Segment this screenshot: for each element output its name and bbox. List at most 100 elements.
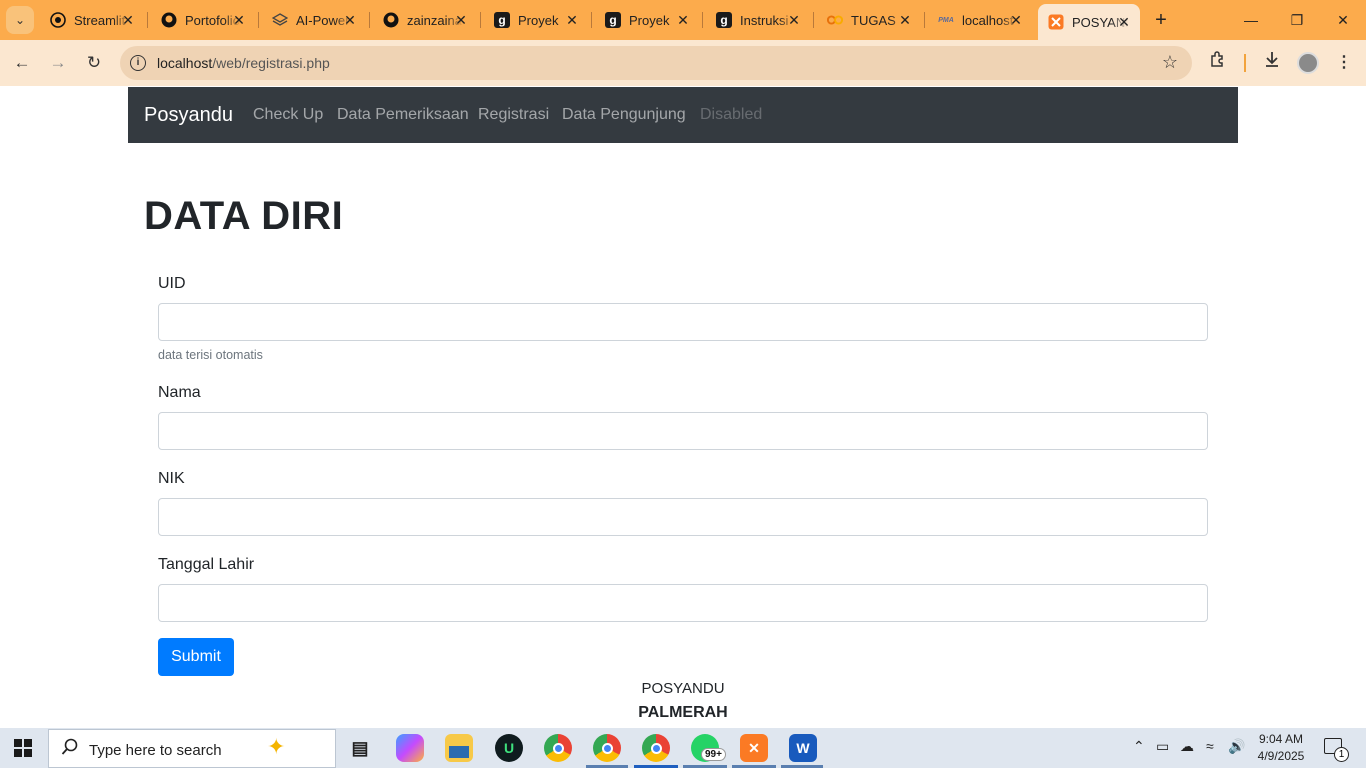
- word-icon[interactable]: W: [789, 734, 817, 762]
- tab-strip: ⌄ Streamlit ✕ Portofolio ✕ AI-Powered ✕ …: [0, 0, 1366, 40]
- nik-input[interactable]: [158, 498, 1208, 536]
- menu-kebab-icon[interactable]: ⋮: [1331, 50, 1357, 76]
- close-icon: ✕: [1337, 12, 1349, 28]
- arrow-left-icon: ←: [13, 53, 31, 72]
- browser-tab[interactable]: zainzainal ✕: [373, 6, 477, 34]
- nama-input[interactable]: [158, 412, 1208, 450]
- new-tab-button[interactable]: +: [1150, 8, 1172, 32]
- toolbar-divider: [1244, 54, 1246, 72]
- browser-tab[interactable]: g Instruksi ✕: [706, 6, 810, 34]
- close-tab-icon[interactable]: ✕: [342, 12, 358, 28]
- footer-line-2: PALMERAH: [638, 704, 728, 721]
- back-button[interactable]: ←: [9, 50, 35, 76]
- browser-toolbar: ← → ↻ i localhost/web/registrasi.php ☆ ⋮: [0, 40, 1366, 86]
- taskbar-search-placeholder: Type here to search: [89, 742, 222, 759]
- site-info-icon[interactable]: i: [130, 55, 146, 71]
- close-tab-icon[interactable]: ✕: [231, 12, 247, 28]
- task-view-icon[interactable]: ▤: [346, 734, 374, 762]
- browser-tab[interactable]: PMA localhost ✕: [928, 6, 1032, 34]
- minimize-button[interactable]: —: [1236, 8, 1266, 32]
- page-title: DATA DIRI: [144, 194, 344, 238]
- url-host: localhost: [157, 55, 213, 71]
- clock-date: 4/9/2025: [1257, 749, 1305, 763]
- sparkle-icon: ✦: [267, 734, 286, 759]
- speaker-icon[interactable]: 🔊: [1228, 738, 1245, 755]
- colab-icon: [827, 12, 843, 28]
- restore-icon: ❐: [1290, 12, 1304, 28]
- xampp-icon: [1048, 14, 1064, 30]
- upwork-icon[interactable]: U: [495, 734, 523, 762]
- phpmyadmin-icon: PMA: [938, 16, 954, 24]
- close-window-button[interactable]: ✕: [1328, 8, 1358, 32]
- github-icon: [383, 12, 399, 28]
- tab-search-dropdown-button[interactable]: ⌄: [6, 6, 34, 34]
- windows-start-icon[interactable]: [14, 739, 32, 757]
- tanggal-lahir-label: Tanggal Lahir: [158, 556, 255, 573]
- forward-button[interactable]: →: [45, 50, 71, 76]
- file-explorer-icon[interactable]: [445, 734, 473, 762]
- close-tab-icon[interactable]: ✕: [453, 12, 469, 28]
- layers-icon: [272, 12, 288, 28]
- streamlit-icon: [50, 12, 66, 28]
- nav-link-data-pengunjung[interactable]: Data Pengunjung: [562, 106, 686, 124]
- navbar-brand[interactable]: Posyandu: [144, 104, 233, 127]
- close-tab-icon[interactable]: ✕: [675, 12, 691, 28]
- close-tab-icon[interactable]: ✕: [1116, 14, 1132, 30]
- browser-tab[interactable]: g Proyek ✕: [484, 6, 588, 34]
- close-tab-icon[interactable]: ✕: [786, 12, 802, 28]
- browser-tab[interactable]: g Proyek ✕: [595, 6, 699, 34]
- uid-label: UID: [158, 275, 186, 292]
- url-path: /web/registrasi.php: [212, 55, 330, 71]
- browser-tab[interactable]: AI-Powered ✕: [262, 6, 366, 34]
- clock-time: 9:04 AM: [1258, 732, 1304, 746]
- nav-link-registrasi[interactable]: Registrasi: [478, 106, 549, 124]
- browser-tab-active[interactable]: POSYANDU ✕: [1038, 4, 1140, 40]
- chevron-up-icon[interactable]: ⌃: [1133, 738, 1145, 755]
- taskbar-search-box[interactable]: Type here to search ✦: [48, 729, 336, 768]
- whatsapp-badge: 99+: [701, 748, 726, 761]
- close-tab-icon[interactable]: ✕: [564, 12, 580, 28]
- nav-link-disabled: Disabled: [700, 106, 763, 123]
- wifi-icon[interactable]: ≈: [1206, 738, 1214, 754]
- copilot-icon[interactable]: [396, 734, 424, 762]
- uid-input[interactable]: [158, 303, 1208, 341]
- minimize-icon: —: [1244, 12, 1258, 28]
- chrome-icon[interactable]: [544, 734, 572, 762]
- whatsapp-icon[interactable]: 99+: [691, 734, 726, 762]
- url-text[interactable]: localhost/web/registrasi.php: [157, 55, 330, 71]
- extensions-icon[interactable]: [1205, 50, 1231, 76]
- arrow-right-icon: →: [49, 53, 67, 72]
- github-icon: [161, 12, 177, 28]
- nik-label: NIK: [158, 470, 185, 487]
- tanggal-lahir-input[interactable]: [158, 584, 1208, 622]
- chevron-down-icon: ⌄: [14, 13, 26, 27]
- battery-icon[interactable]: ▭: [1156, 738, 1169, 755]
- close-tab-icon[interactable]: ✕: [120, 12, 136, 28]
- submit-button[interactable]: Submit: [158, 638, 234, 676]
- chrome-profile-icon[interactable]: [593, 734, 621, 762]
- download-icon[interactable]: [1259, 50, 1285, 76]
- g-icon: g: [605, 12, 621, 28]
- nav-link-data-pemeriksaan[interactable]: Data Pemeriksaan: [337, 106, 469, 124]
- g-icon: g: [494, 12, 510, 28]
- search-icon: [61, 738, 79, 761]
- notification-count-badge: 1: [1334, 747, 1349, 762]
- address-bar[interactable]: i localhost/web/registrasi.php ☆: [120, 46, 1192, 80]
- xampp-taskbar-icon[interactable]: ✕: [740, 734, 768, 762]
- bookmark-star-icon[interactable]: ☆: [1162, 52, 1178, 73]
- chrome-profile-icon[interactable]: [642, 734, 670, 762]
- profile-avatar[interactable]: [1297, 52, 1319, 74]
- nav-link-check-up[interactable]: Check Up: [253, 106, 323, 124]
- restore-button[interactable]: ❐: [1282, 8, 1312, 32]
- reload-icon: ↻: [86, 53, 102, 72]
- onedrive-cloud-icon[interactable]: ☁: [1180, 738, 1194, 755]
- system-clock[interactable]: 9:04 AM 4/9/2025: [1250, 731, 1312, 765]
- browser-tab[interactable]: Streamlit ✕: [40, 6, 144, 34]
- browser-tab[interactable]: TUGAS ✕: [817, 6, 921, 34]
- browser-tab[interactable]: Portofolio ✕: [151, 6, 255, 34]
- reload-button[interactable]: ↻: [81, 50, 107, 76]
- close-tab-icon[interactable]: ✕: [1008, 12, 1024, 28]
- taskbar: Type here to search ✦ ▤ U 99+ ✕ W ⌃ ▭ ☁ …: [0, 728, 1366, 768]
- notification-icon[interactable]: 1: [1324, 738, 1349, 762]
- close-tab-icon[interactable]: ✕: [897, 12, 913, 28]
